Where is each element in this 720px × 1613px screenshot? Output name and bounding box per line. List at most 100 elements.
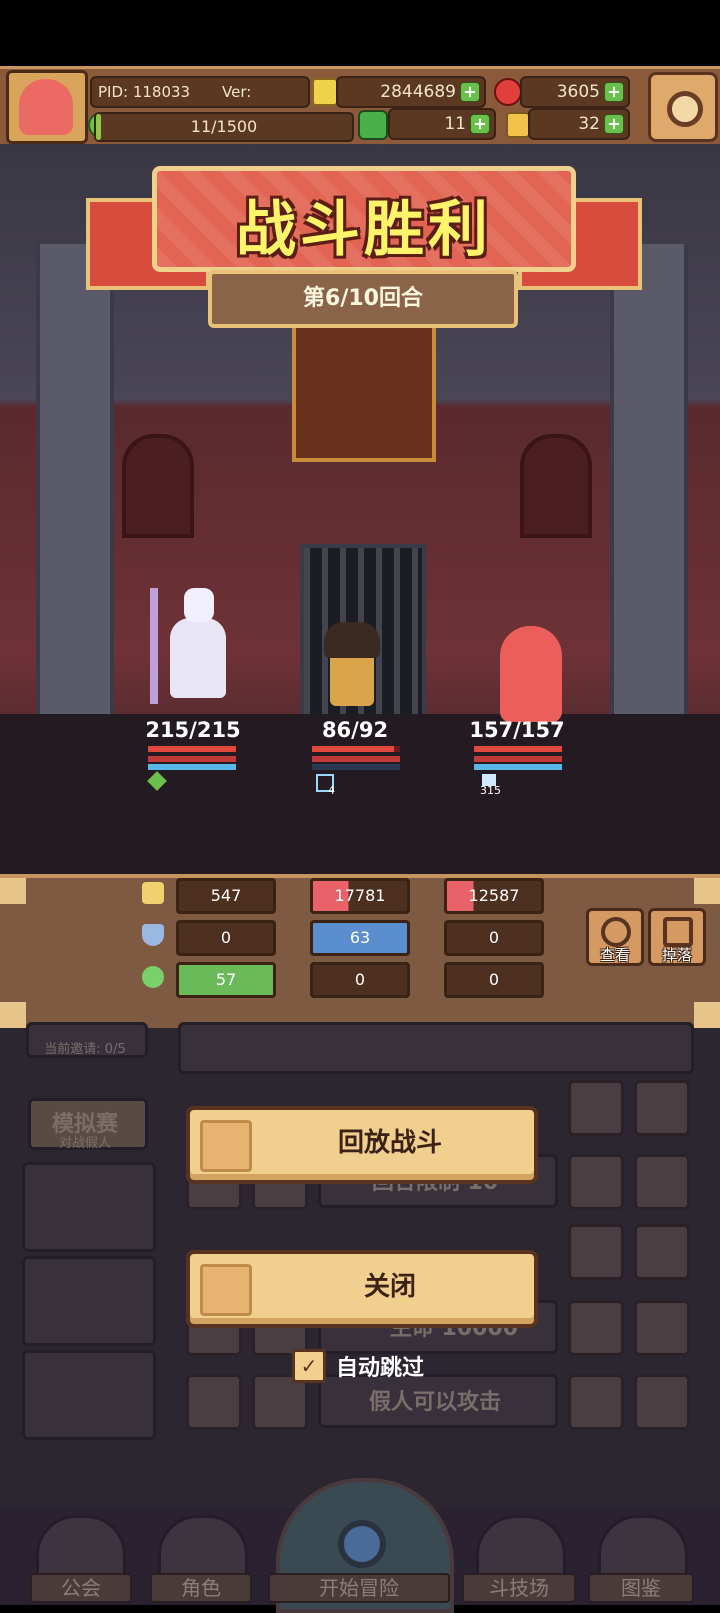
view-button[interactable]: 查看 [586,908,644,966]
plus-button-dim [568,1224,624,1280]
rage-bar [148,756,236,762]
ticket-pill: 32 + [528,108,630,140]
staff [150,588,158,704]
nav-character[interactable]: 角色 [150,1573,252,1603]
nav-guild[interactable]: 公会 [30,1573,132,1603]
ticket-amount: 32 [578,114,600,134]
drop-button[interactable]: 掉落 [648,908,706,966]
rage-bar [474,756,562,762]
nav-arena[interactable]: 斗技场 [462,1573,576,1603]
stat-damage-hero1: 547 [176,878,276,914]
hp-bar-track [312,746,400,752]
pid-version-pill: PID: 118033 Ver: 1.1.1.5 [90,76,310,129]
clover-amount: 11 [444,114,466,134]
dummy-attack-label: 假人可以攻击 [368,1390,501,1415]
hero-swordsman[interactable] [310,614,400,714]
panel-corner [0,878,26,904]
bunny-ears [184,588,214,622]
rage-bar [312,756,400,762]
round-label: 第6/10回合 [303,286,423,311]
search-icon [338,1520,386,1568]
exp-progress-bar: 11/1500 [94,112,354,142]
pillar [610,244,688,714]
replay-label: 回放战斗 [337,1128,442,1158]
drop-label: 掉落 [661,946,692,964]
close-label: 关闭 [363,1272,416,1302]
close-icon [200,1264,252,1316]
plus-button-dim [568,1374,624,1430]
settings-button[interactable] [648,72,718,142]
plus-button-dim [568,1154,624,1210]
clover-pill: 11 + [388,108,496,140]
add-ticket-button[interactable]: + [604,114,624,134]
add-clover-button[interactable]: + [470,114,490,134]
top-button-dim [634,1374,690,1430]
stat-heal-hero1: 57 [176,962,276,998]
castle-window [520,434,592,538]
gem-amount: 3605 [556,82,600,102]
auto-skip-checkbox[interactable]: ✓ [292,1349,326,1383]
clover-icon [358,110,388,140]
player-avatar[interactable] [6,70,88,144]
download-button-dim [186,1374,242,1430]
hero-red-girl[interactable] [490,626,570,726]
hp-text: 86/92 [321,718,389,742]
hp-text: 215/215 [145,718,241,742]
top-button-dim [634,1224,690,1280]
panel-corner [694,878,720,904]
gold-amount: 2844689 [380,82,456,102]
panel-corner [0,1002,26,1028]
nav-adventure[interactable]: 开始冒险 [268,1573,450,1603]
team-slot [22,1162,156,1252]
shield-icon [142,924,164,946]
sim-match-sub: 对战假人 [58,1136,111,1151]
stat-damage-hero3: 12587 [444,878,544,914]
buff-count: 4 [328,784,335,797]
buff-count: 315 [480,784,501,797]
character-body [500,626,562,722]
red-gem-icon [494,78,522,106]
pid-label: PID: 118033 [98,83,191,101]
stat-heal-hero2: 0 [310,962,410,998]
top-button-dim [634,1080,690,1136]
hero-bunny-knight[interactable] [130,588,270,708]
nav-codex[interactable]: 图鉴 [588,1573,694,1603]
hp-bar-track [474,746,562,752]
character-hair [324,622,380,658]
preview-frame [178,1022,694,1074]
gold-pill: 2844689 + [336,76,486,108]
plus-button-dim [568,1080,624,1136]
replay-battle-button[interactable]: 回放战斗 [186,1106,538,1184]
panel-corner [694,1002,720,1028]
hp-bar-fill [474,746,562,752]
top-button-dim [634,1300,690,1356]
mana-bar [474,764,562,770]
top-button-dim [634,1154,690,1210]
ticket-icon [506,112,530,138]
plus-button-dim [568,1300,624,1356]
avatar-face [19,79,73,135]
add-gold-button[interactable]: + [460,82,480,102]
replay-icon [200,1120,252,1172]
victory-banner: 战斗胜利 [152,166,576,272]
castle-window [122,434,194,538]
add-gem-button[interactable]: + [604,82,624,102]
hp-bar-fill [312,746,395,752]
victory-title: 战斗胜利 [236,195,492,265]
mana-bar [148,764,236,770]
pillar [36,244,114,714]
stat-block-hero1: 0 [176,920,276,956]
close-button[interactable]: 关闭 [186,1250,538,1328]
stat-block-hero2: 63 [310,920,410,956]
stat-heal-hero3: 0 [444,962,544,998]
character-body [170,618,226,698]
skull-icon [663,917,693,947]
gear-icon [667,91,703,127]
invite-count: 当前邀请: 0/5 [44,1042,126,1057]
hp-bar-fill [148,746,236,752]
round-badge: 第6/10回合 [208,270,518,328]
auto-skip-label[interactable]: 自动跳过 [336,1350,424,1382]
exp-progress-text: 11/1500 [190,117,258,136]
magnifier-icon [601,917,631,947]
gem-pill: 3605 + [520,76,630,108]
